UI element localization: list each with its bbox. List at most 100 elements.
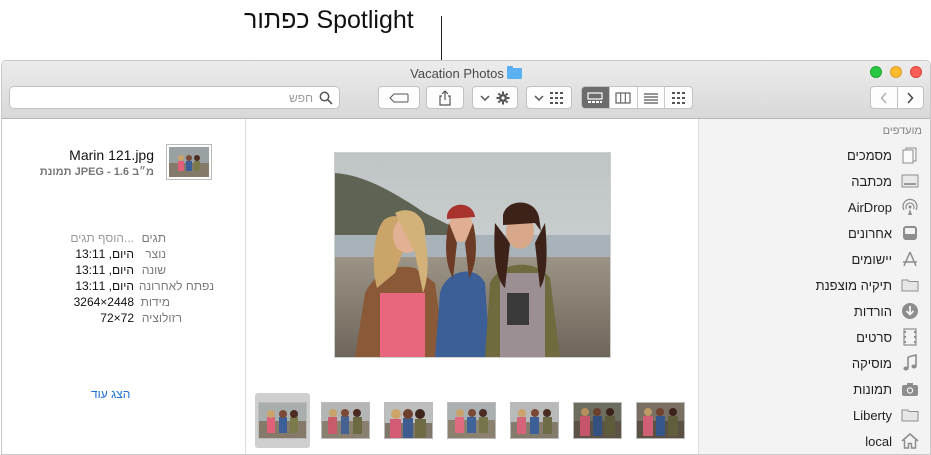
thumbnail-2[interactable] xyxy=(321,402,370,439)
folder-icon xyxy=(900,275,920,295)
airdrop-icon xyxy=(900,197,920,217)
metadata-value: היום, 13:11 xyxy=(75,247,134,261)
photo-thumbnail-image xyxy=(322,403,369,438)
metadata-row: שונה היום, 13:11 xyxy=(2,263,246,279)
sidebar: מועדפים מסמכים מכתבה AirDrop אחרונים ייש… xyxy=(698,119,930,454)
back-button[interactable] xyxy=(871,87,897,108)
thumbnail-5[interactable] xyxy=(510,402,559,439)
metadata-value: היום, 13:11 xyxy=(75,263,134,277)
thumbnail-6[interactable] xyxy=(573,402,622,439)
sidebar-item-label: AirDrop xyxy=(847,199,892,215)
pictures-icon xyxy=(900,379,920,399)
search-field[interactable]: חפש xyxy=(9,86,340,109)
info-panel: Marin 121.jpg תמונת JPEG - 1.6 מ״ב תגים … xyxy=(2,119,246,454)
sidebar-item-music[interactable]: מוסיקה xyxy=(852,353,920,373)
main-photo xyxy=(334,152,611,358)
sidebar-item-encrypted-folder[interactable]: תיקיה מוצפנת xyxy=(816,275,920,295)
callout: כפתור Spotlight xyxy=(0,0,931,82)
sidebar-item-local[interactable]: local xyxy=(865,431,920,451)
sidebar-header: מועדפים xyxy=(882,125,922,137)
chevron-down-icon xyxy=(480,94,490,101)
close-button[interactable] xyxy=(910,66,922,78)
sidebar-item-label: מכתבה xyxy=(851,173,892,189)
thumbnail-7[interactable] xyxy=(636,402,685,439)
sidebar-item-applications[interactable]: יישומים xyxy=(852,249,921,269)
applications-icon xyxy=(900,249,920,269)
gallery-preview xyxy=(246,119,698,454)
column-view-icon xyxy=(615,91,631,104)
column-view-button[interactable] xyxy=(608,87,637,108)
metadata-key: מידות xyxy=(140,295,170,309)
thumbnail-3[interactable] xyxy=(384,402,433,439)
gallery-view-button[interactable] xyxy=(582,87,609,108)
movies-icon xyxy=(900,327,920,347)
gear-icon xyxy=(496,91,510,104)
sidebar-item-label: תיקיה מוצפנת xyxy=(815,277,892,293)
file-description: תמונת JPEG - 1.6 מ״ב xyxy=(39,166,154,178)
sidebar-item-label: local xyxy=(865,433,892,449)
sidebar-item-recents[interactable]: אחרונים xyxy=(848,223,920,243)
metadata-row: נוצר היום, 13:11 xyxy=(2,247,246,263)
icon-view-button[interactable] xyxy=(664,87,692,108)
sidebar-item-airdrop[interactable]: AirDrop xyxy=(848,197,920,217)
sidebar-item-desktop[interactable]: מכתבה xyxy=(851,171,920,191)
photo-thumbnail-image xyxy=(574,403,621,438)
sidebar-item-label: Liberty xyxy=(852,407,892,423)
metadata-row: רזולוציה 72×72 xyxy=(2,311,246,327)
finder-window: Vacation Photos חפש Marin 121.jpg תמונת … xyxy=(1,60,931,455)
zoom-button[interactable] xyxy=(870,66,882,78)
metadata-key: תגים xyxy=(141,231,166,245)
metadata-value: היום, 13:11 xyxy=(75,279,134,293)
photo-thumbnail-image xyxy=(259,403,306,438)
beach-photo-image xyxy=(335,153,610,357)
metadata-key: נוצר xyxy=(145,247,166,261)
sidebar-item-label: יישומים xyxy=(851,251,893,267)
group-grid-icon xyxy=(550,91,563,104)
downloads-icon xyxy=(900,301,920,321)
group-button[interactable] xyxy=(526,86,572,109)
metadata-row: מידות 3264×2448 xyxy=(2,295,246,311)
sidebar-item-documents[interactable]: מסמכים xyxy=(847,145,920,165)
list-view-button[interactable] xyxy=(636,87,665,108)
tags-button[interactable] xyxy=(378,86,420,109)
share-button[interactable] xyxy=(426,86,464,109)
forward-button[interactable] xyxy=(896,87,924,108)
metadata-row: נפתח לאחרונה היום, 13:11 xyxy=(2,279,246,295)
recents-icon xyxy=(900,223,920,243)
thumbnail-4[interactable] xyxy=(447,402,496,439)
metadata-row: תגים הוסף תגים... xyxy=(2,231,246,247)
view-switcher xyxy=(581,86,693,109)
sidebar-item-label: תמונות xyxy=(853,381,892,397)
sidebar-item-movies[interactable]: סרטים xyxy=(856,327,920,347)
metadata-key: נפתח לאחרונה xyxy=(138,279,214,293)
sidebar-item-label: מסמכים xyxy=(846,147,892,163)
sidebar-item-downloads[interactable]: הורדות xyxy=(854,301,920,321)
metadata-value: 3264×2448 xyxy=(73,295,134,309)
share-icon xyxy=(439,89,451,106)
photo-thumbnail-image xyxy=(169,147,209,177)
documents-icon xyxy=(900,145,920,165)
sidebar-item-pictures[interactable]: תמונות xyxy=(853,379,920,399)
home-icon xyxy=(900,431,920,451)
metadata-value: 72×72 xyxy=(100,311,134,325)
folder-icon xyxy=(506,66,522,80)
callout-text: כפתור Spotlight xyxy=(244,6,414,34)
metadata-key: רזולוציה xyxy=(141,311,182,325)
minimize-button[interactable] xyxy=(890,66,902,78)
search-placeholder: חפש xyxy=(289,91,313,105)
add-tags-field[interactable]: הוסף תגים... xyxy=(70,231,134,245)
search-icon xyxy=(319,91,333,105)
photo-thumbnail-image xyxy=(385,403,432,438)
sidebar-item-liberty[interactable]: Liberty xyxy=(853,405,920,425)
sidebar-item-label: הורדות xyxy=(853,303,892,319)
action-button[interactable] xyxy=(472,86,518,109)
chevron-left-icon xyxy=(880,91,887,104)
list-view-icon xyxy=(643,92,658,104)
show-more-link[interactable]: הצג עוד xyxy=(91,387,130,401)
thumbnail-1[interactable] xyxy=(258,402,307,439)
chevron-right-icon xyxy=(907,91,914,104)
window-body: Marin 121.jpg תמונת JPEG - 1.6 מ״ב תגים … xyxy=(2,119,930,454)
file-thumbnail xyxy=(166,144,212,180)
photo-thumbnail-image xyxy=(511,403,558,438)
navigation-buttons xyxy=(870,86,924,109)
